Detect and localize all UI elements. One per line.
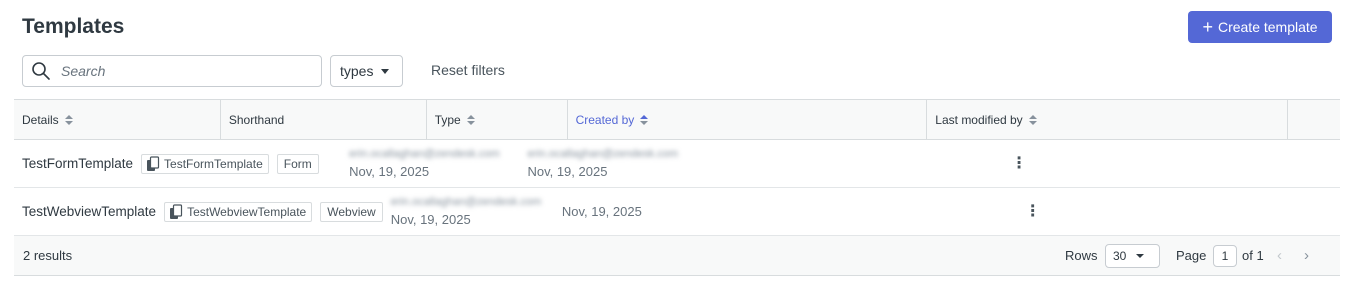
- column-header-last-modified-by[interactable]: Last modified by: [927, 100, 1289, 139]
- table-row[interactable]: TestFormTemplate TestFormTemplate Form e…: [14, 140, 1340, 188]
- copy-icon: [147, 155, 160, 171]
- column-header-created-by[interactable]: Created by: [568, 100, 928, 139]
- column-header-label: Type: [434, 112, 461, 127]
- create-template-label: Create template: [1217, 19, 1318, 35]
- created-date: Nov, 19, 2025: [390, 212, 471, 227]
- created-by-email: erin.ocallaghan@zendesk.com: [349, 148, 500, 160]
- templates-table: Details Shorthand Type Created by Last m…: [14, 99, 1340, 276]
- page-title: Templates: [22, 15, 125, 38]
- created-by-email: erin.ocallaghan@zendesk.com: [390, 196, 542, 208]
- more-vertical-icon: ⋮: [1024, 202, 1041, 220]
- page-input[interactable]: 1: [1213, 244, 1237, 267]
- shorthand-chip[interactable]: TestWebviewTemplate: [164, 201, 313, 222]
- row-actions-button[interactable]: ⋮: [698, 140, 1340, 187]
- modified-date: Nov, 19, 2025: [527, 164, 608, 179]
- type-tag: Form: [276, 153, 319, 174]
- reset-filters-button[interactable]: Reset filters: [431, 62, 505, 78]
- chevron-left-icon[interactable]: ‹: [1277, 247, 1282, 264]
- sort-icon: [1028, 114, 1037, 125]
- chevron-down-icon: [381, 68, 390, 74]
- column-header-details[interactable]: Details: [14, 100, 221, 139]
- column-header-actions: [1288, 100, 1340, 139]
- row-actions-button[interactable]: ⋮: [725, 188, 1340, 235]
- rows-per-page-select[interactable]: 30: [1105, 243, 1160, 268]
- sort-icon: [466, 114, 475, 125]
- create-template-button[interactable]: + Create template: [1188, 11, 1332, 43]
- modified-date: Nov, 19, 2025: [561, 204, 642, 219]
- table-row[interactable]: TestWebviewTemplate TestWebviewTemplate …: [14, 188, 1340, 236]
- sort-ascending-icon: [640, 114, 649, 125]
- column-header-label: Shorthand: [228, 112, 285, 127]
- page-total: of 1: [1242, 248, 1264, 263]
- plus-icon: +: [1202, 17, 1213, 37]
- types-dropdown[interactable]: types: [330, 55, 403, 87]
- chevron-right-icon[interactable]: ›: [1304, 247, 1309, 264]
- shorthand-text: TestWebviewTemplate: [187, 204, 307, 219]
- type-tag: Webview: [320, 201, 383, 222]
- shorthand-chip[interactable]: TestFormTemplate: [141, 153, 269, 174]
- template-name[interactable]: TestFormTemplate: [22, 156, 133, 171]
- search-icon: [32, 62, 50, 80]
- page-label: Page: [1176, 248, 1207, 263]
- chevron-down-icon: [1136, 253, 1145, 258]
- table-footer: 2 results Rows 30 Page 1 of 1 ‹ ›: [14, 236, 1340, 276]
- column-header-type[interactable]: Type: [427, 100, 568, 139]
- column-header-label: Last modified by: [935, 112, 1023, 127]
- search-box[interactable]: [22, 55, 322, 87]
- copy-icon: [170, 203, 183, 219]
- results-count: 2 results: [23, 248, 73, 263]
- types-dropdown-label: types: [340, 63, 374, 79]
- modified-by-email: erin.ocallaghan@zendesk.com: [527, 148, 679, 160]
- column-header-label: Created by: [575, 112, 635, 127]
- table-header: Details Shorthand Type Created by Last m…: [14, 99, 1340, 140]
- more-vertical-icon: ⋮: [1011, 154, 1028, 172]
- search-input[interactable]: [61, 63, 301, 79]
- template-name[interactable]: TestWebviewTemplate: [22, 204, 156, 219]
- sort-icon: [64, 114, 73, 125]
- column-header-label: Details: [22, 112, 59, 127]
- rows-label: Rows: [1065, 248, 1098, 263]
- rows-per-page-value: 30: [1113, 248, 1127, 263]
- column-header-shorthand: Shorthand: [221, 100, 427, 139]
- created-date: Nov, 19, 2025: [349, 164, 430, 179]
- shorthand-text: TestFormTemplate: [164, 156, 263, 171]
